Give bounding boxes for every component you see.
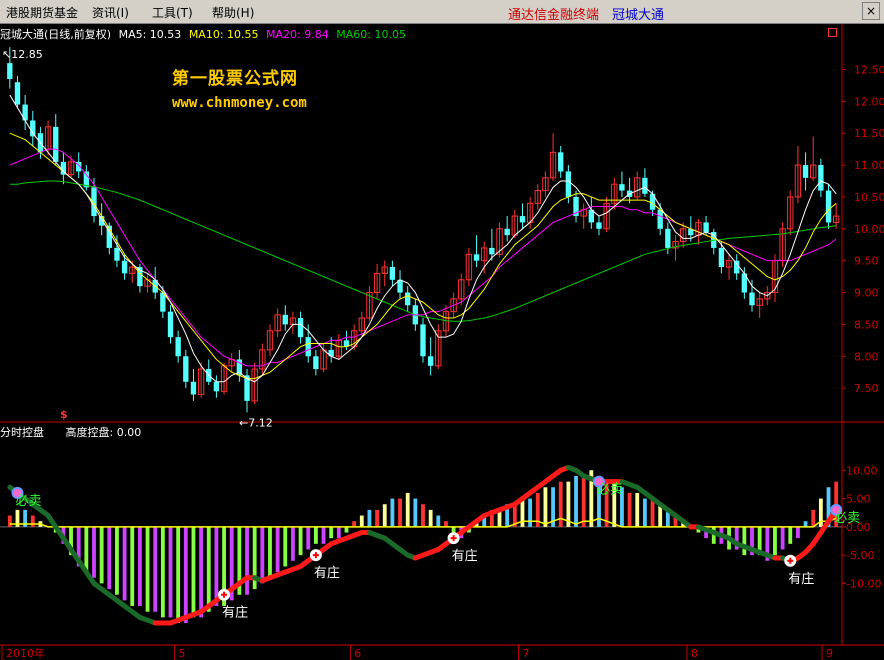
candle-body-down	[565, 171, 572, 197]
candle-body-down	[405, 292, 411, 306]
watermark: 第一股票公式网 www.chnmoney.com	[172, 64, 307, 111]
main-ytick-label: 10.50	[854, 191, 884, 204]
candle-body-down	[427, 356, 434, 366]
main-ytick-label: 7.50	[854, 382, 879, 395]
buy-signal-label: 有庄	[222, 605, 248, 621]
main-ytick-label: 11.50	[854, 127, 884, 140]
sell-signal-label: 必卖	[834, 511, 860, 526]
candle-body-down	[519, 216, 526, 223]
xaxis-label: 9	[826, 647, 833, 660]
dollar-mark-icon: $	[60, 408, 68, 421]
candle-body-down	[489, 247, 495, 255]
buy-signal-label: 有庄	[452, 548, 478, 564]
candle-body-down	[642, 177, 648, 194]
main-ytick-label: 8.50	[854, 318, 879, 331]
candle-body-down	[114, 247, 120, 261]
candle-body-down	[190, 381, 197, 395]
sell-signal-label: 必卖	[597, 483, 623, 498]
ind-ytick-label: -5.00	[846, 549, 874, 562]
candle-body-down	[558, 152, 564, 172]
main-ytick-label: 9.50	[854, 255, 879, 268]
low-price-marker: ←7.12	[239, 416, 273, 429]
ind-histogram	[7, 470, 839, 624]
candle-body-down	[282, 314, 288, 325]
watermark-url: www.chnmoney.com	[172, 95, 307, 111]
candle-body-down	[7, 63, 13, 80]
candle-body-down	[657, 209, 663, 229]
main-ytick-label: 10.00	[854, 223, 884, 236]
xaxis-label: 2010年	[6, 646, 45, 660]
main-ytick-label: 12.50	[854, 63, 884, 76]
candle-body-down	[665, 228, 671, 248]
candle-body-down	[619, 184, 625, 191]
ind-ytick-label: 10.00	[846, 464, 878, 477]
candle-body-down	[14, 82, 21, 105]
candle-body-down	[297, 318, 304, 338]
ind-ytick-label: -10.00	[846, 577, 881, 590]
candle-body-down	[473, 254, 480, 261]
candle-body-down	[183, 356, 189, 382]
indicator-height-value: 高度控盘: 0.00	[65, 426, 142, 439]
high-price-marker: ↖12.85	[2, 48, 43, 61]
candle-body-down	[749, 292, 755, 306]
candle-body-down	[305, 337, 311, 357]
candle-body-down	[167, 311, 174, 338]
candle-body-down	[596, 222, 602, 229]
candle-body-down	[802, 165, 809, 178]
main-ytick-label: 11.00	[854, 159, 884, 172]
candle-body-down	[420, 324, 426, 357]
candle-body-down	[718, 247, 725, 268]
candle-body-down	[98, 216, 105, 226]
indicator-legend: 分时控盘 高度控盘: 0.00	[0, 424, 159, 440]
candle-body-down	[734, 260, 740, 274]
candle-body-down	[313, 356, 319, 370]
candle-body-down	[175, 337, 181, 357]
candle-body-down	[703, 222, 709, 232]
watermark-title: 第一股票公式网	[172, 69, 298, 89]
candle-body-down	[825, 190, 832, 223]
main-ytick-label: 8.00	[854, 350, 879, 363]
ind-ytick-label: 5.00	[846, 493, 871, 506]
xaxis-label: 7	[523, 647, 530, 660]
candle-body-down	[121, 260, 128, 274]
candle-body-down	[53, 126, 59, 162]
main-ytick-label: 12.00	[854, 95, 884, 108]
sell-signal-label: 必卖	[15, 494, 41, 509]
xaxis-label: 5	[178, 647, 185, 660]
xaxis-label: 6	[354, 647, 361, 660]
buy-signal-label: 有庄	[788, 571, 814, 587]
xaxis-label: 8	[691, 647, 698, 660]
candle-body-down	[213, 381, 220, 392]
main-ytick-label: 9.00	[854, 287, 879, 300]
candle-body-down	[504, 228, 510, 236]
indicator-name: 分时控盘	[0, 426, 44, 439]
candle-body-down	[818, 165, 824, 191]
kline-chart-canvas[interactable]: 12.50 12.00 11.50 11.00 10.50 10.00 9.50 9.00 8.…	[0, 0, 884, 660]
buy-signal-label: 有庄	[314, 565, 340, 581]
candle-body-down	[389, 267, 396, 280]
candles	[7, 47, 840, 413]
